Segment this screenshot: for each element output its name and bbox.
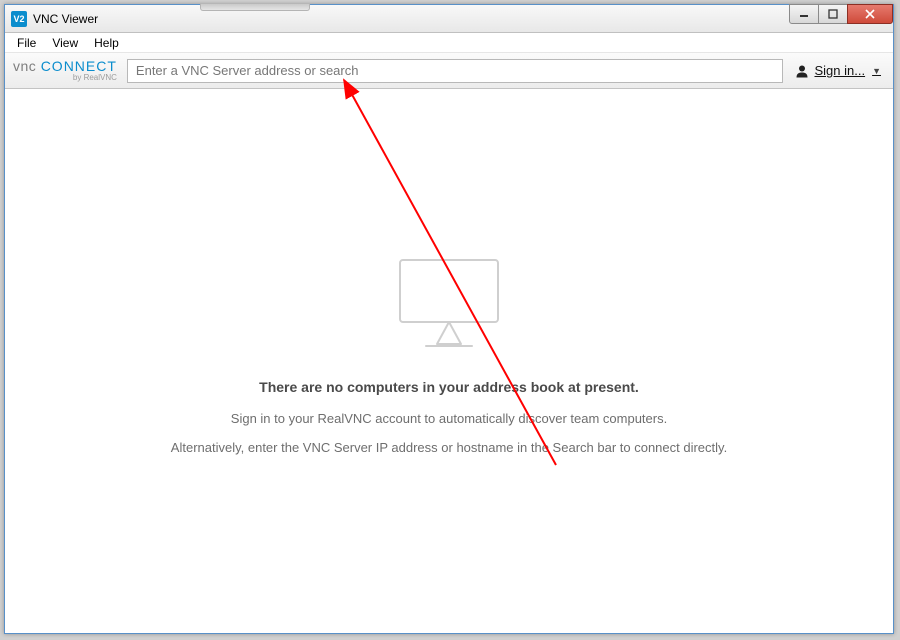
app-icon-text: V2: [13, 14, 24, 24]
brand-logo-connect: CONNECT: [41, 58, 117, 74]
app-window: V2 VNC Viewer File View Help vnc CONNECT…: [4, 4, 894, 634]
toolbar: vnc CONNECT by RealVNC Sign in... ▼: [5, 53, 893, 89]
menu-view[interactable]: View: [44, 34, 86, 52]
app-icon: V2: [11, 11, 27, 27]
minimize-icon: [799, 9, 809, 19]
window-controls: [790, 4, 893, 24]
empty-state-title: There are no computers in your address b…: [259, 379, 639, 395]
brand-logo-vnc: vnc: [13, 58, 36, 74]
maximize-icon: [828, 9, 838, 19]
maximize-button[interactable]: [818, 4, 848, 24]
address-input[interactable]: [127, 59, 784, 83]
brand-logo-sub: by RealVNC: [73, 74, 117, 82]
empty-state-line1: Sign in to your RealVNC account to autom…: [231, 411, 667, 426]
sign-in-label: Sign in...: [814, 63, 865, 78]
sign-in-button[interactable]: Sign in... ▼: [791, 63, 885, 78]
empty-state-line2: Alternatively, enter the VNC Server IP a…: [171, 440, 727, 455]
brand-logo: vnc CONNECT by RealVNC: [13, 59, 117, 82]
titlebar-tab-artifact: [200, 4, 310, 11]
titlebar[interactable]: V2 VNC Viewer: [5, 5, 893, 33]
brand-logo-main: vnc CONNECT: [13, 59, 117, 73]
menubar: File View Help: [5, 33, 893, 53]
chevron-down-icon: ▼: [872, 66, 881, 76]
main-content: There are no computers in your address b…: [6, 91, 892, 632]
window-title: VNC Viewer: [33, 12, 98, 26]
menu-file[interactable]: File: [9, 34, 44, 52]
menu-help[interactable]: Help: [86, 34, 127, 52]
monitor-icon: [394, 256, 504, 351]
user-icon: [795, 64, 809, 78]
close-icon: [864, 9, 876, 19]
minimize-button[interactable]: [789, 4, 819, 24]
close-button[interactable]: [847, 4, 893, 24]
